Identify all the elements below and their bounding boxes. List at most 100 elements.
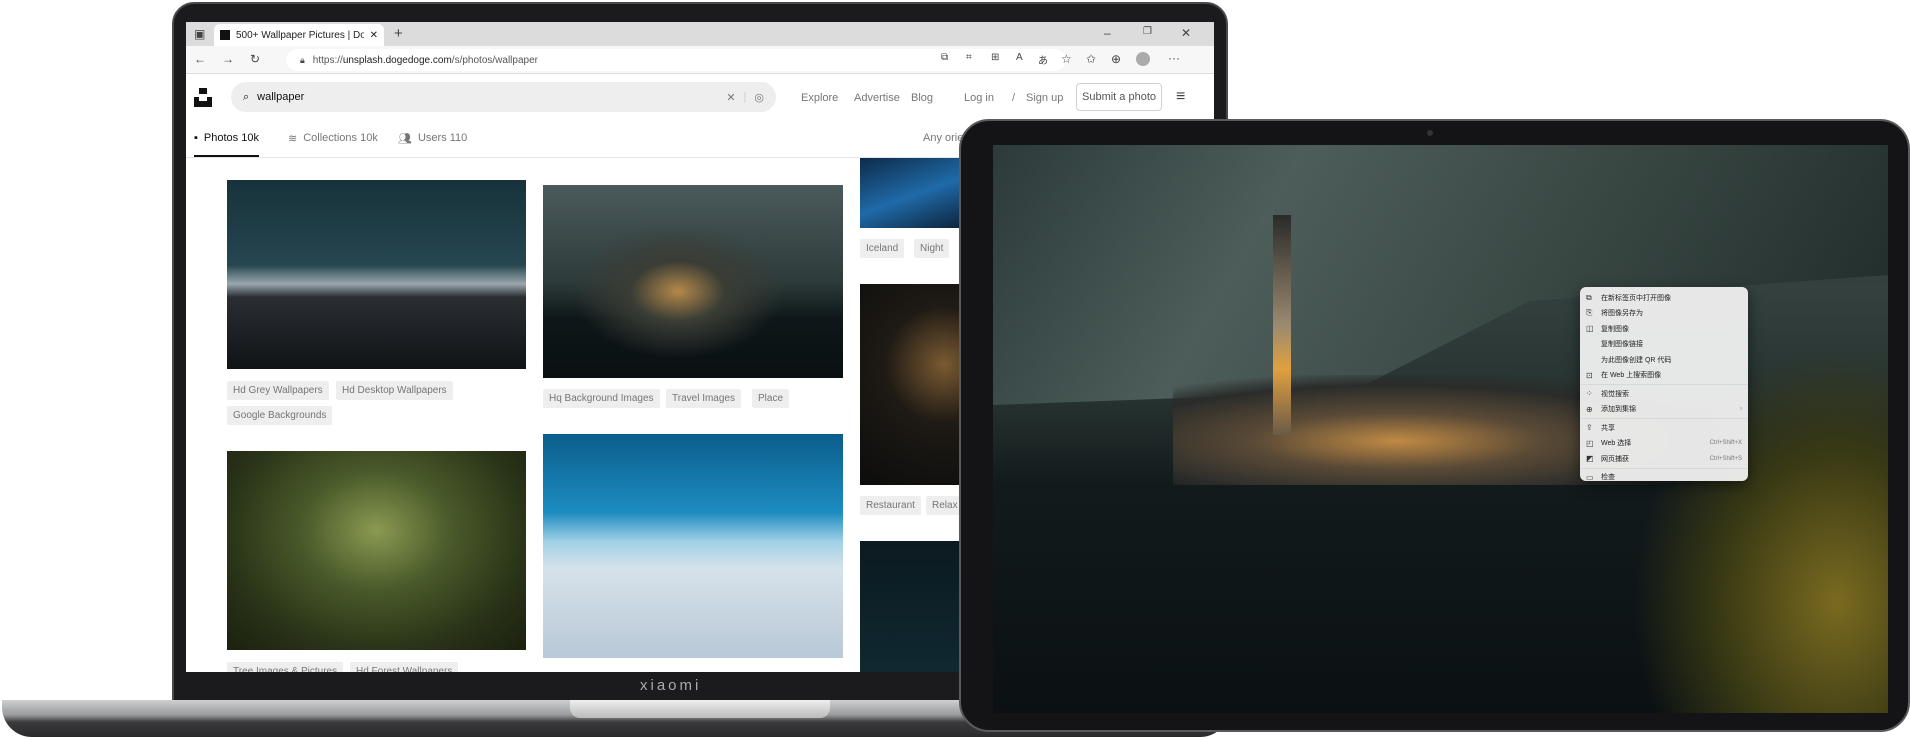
- clear-search-icon[interactable]: ✕: [726, 91, 735, 104]
- context-menu-item[interactable]: 复制图像链接: [1580, 337, 1748, 353]
- submit-photo-button[interactable]: Submit a photo: [1076, 83, 1162, 111]
- tablet-screen-wallpaper: ⧉ 在新标签页中打开图像 ⎘ 将图像另存为 ◫ 复制图像复制图像链接为此图像创建 QR 代…: [993, 145, 1888, 713]
- tab-collections[interactable]: ≋ Collections 10k: [288, 132, 378, 145]
- more-icon[interactable]: ···: [1168, 51, 1180, 65]
- tag[interactable]: Night: [914, 239, 950, 258]
- login-link[interactable]: Log in: [964, 92, 994, 104]
- tab-users[interactable]: 👥︎ Users 110: [398, 132, 467, 145]
- favorites-icon[interactable]: ✩: [1086, 52, 1096, 66]
- menu-separator: [1580, 418, 1748, 419]
- context-menu-item[interactable]: ◩ 网页捕获 Ctrl+Shift+S: [1580, 451, 1748, 467]
- orientation-filter[interactable]: Any orie: [923, 132, 963, 144]
- nav-blog[interactable]: Blog: [911, 92, 933, 104]
- tag[interactable]: Hd Grey Wallpapers: [227, 381, 329, 400]
- url-text: https://unsplash.dogedoge.com/s/photos/w…: [313, 55, 538, 66]
- context-menu-item[interactable]: ◫ 复制图像: [1580, 321, 1748, 337]
- menu-item-label: Web 选择: [1601, 440, 1632, 448]
- sidebar-toggle-icon[interactable]: ▣: [194, 27, 205, 41]
- menu-item-label: 网页捕获: [1601, 455, 1629, 463]
- qr-icon[interactable]: ⌗: [966, 52, 972, 63]
- users-icon: 👥︎: [398, 133, 412, 145]
- restore-icon[interactable]: ❐: [1143, 26, 1152, 37]
- minimize-icon[interactable]: –: [1104, 26, 1111, 40]
- tab-title: 500+ Wallpaper Pictures | Down: [236, 29, 364, 41]
- app-available-icon[interactable]: ⧉: [941, 52, 948, 63]
- menu-item-label: 共享: [1601, 424, 1615, 432]
- menu-item-label: 复制图像链接: [1601, 341, 1643, 349]
- context-menu-item[interactable]: ◰ Web 选择 Ctrl+Shift+X: [1580, 436, 1748, 452]
- separator: /: [1012, 92, 1016, 104]
- url-prefix: https://: [312, 54, 343, 66]
- tab-label: Collections 10k: [303, 132, 378, 144]
- context-menu-item[interactable]: ⎘ 将图像另存为: [1580, 306, 1748, 322]
- context-menu-item[interactable]: 为此图像创建 QR 代码: [1580, 352, 1748, 368]
- tab-photos[interactable]: ▪ Photos 10k: [194, 132, 259, 157]
- photo-forest[interactable]: [227, 451, 526, 650]
- collections-icon[interactable]: ⊕: [1111, 52, 1121, 66]
- tag[interactable]: Hd Desktop Wallpapers: [336, 381, 453, 400]
- search-icon: ⌕: [243, 90, 250, 103]
- menu-item-label: 复制图像: [1601, 325, 1629, 333]
- tag[interactable]: Restaurant: [860, 496, 921, 515]
- context-menu-item[interactable]: ⇪ 共享: [1580, 420, 1748, 436]
- photo-village[interactable]: [543, 185, 843, 378]
- tag[interactable]: Hq Background Images: [543, 389, 660, 408]
- read-aloud-icon[interactable]: A: [1016, 52, 1023, 63]
- visual-search-icon: ⁘: [1586, 389, 1593, 399]
- context-menu: ⧉ 在新标签页中打开图像 ⎘ 将图像另存为 ◫ 复制图像复制图像链接为此图像创建 QR 代…: [1580, 287, 1748, 482]
- tab-label: Users 110: [417, 132, 468, 144]
- tag[interactable]: Travel Images: [666, 389, 741, 408]
- close-tab-icon[interactable]: ✕: [370, 30, 378, 41]
- context-menu-item[interactable]: ⊕ 添加到集锦 ›: [1580, 402, 1748, 418]
- tag[interactable]: Iceland: [860, 239, 905, 258]
- tag[interactable]: Relax: [926, 496, 964, 515]
- address-bar-row: ← → ↻ 🔒︎ https://unsplash.dogedoge.com/s…: [186, 46, 1214, 74]
- menu-separator: [1580, 467, 1748, 469]
- menu-item-label: 检查: [1601, 474, 1615, 482]
- nav-advertise[interactable]: Advertise: [854, 92, 900, 104]
- url-domain: unsplash.dogedoge.com: [342, 54, 452, 66]
- menu-icon[interactable]: ≡: [1176, 88, 1185, 106]
- profile-avatar[interactable]: [1136, 52, 1150, 66]
- context-menu-item[interactable]: ⊡ 在 Web 上搜索图像: [1580, 368, 1748, 384]
- browser-tab[interactable]: 500+ Wallpaper Pictures | Down ✕: [214, 24, 384, 46]
- tag[interactable]: Hd Forest Wallpapers: [350, 662, 459, 672]
- menu-shortcut: Ctrl+Shift+S: [1709, 455, 1742, 462]
- back-icon[interactable]: ←: [194, 52, 206, 66]
- menu-shortcut: Ctrl+Shift+X: [1709, 440, 1742, 447]
- url-path: /s/photos/wallpaper: [451, 54, 538, 66]
- menu-item-label: 在 Web 上搜索图像: [1601, 372, 1662, 380]
- tag[interactable]: Place: [752, 389, 790, 408]
- photo-mountain[interactable]: [227, 180, 526, 369]
- nav-explore[interactable]: Explore: [801, 92, 838, 104]
- close-window-icon[interactable]: ✕: [1181, 26, 1191, 40]
- search-value: wallpaper: [257, 91, 305, 103]
- visual-search-icon[interactable]: ◎: [754, 91, 764, 104]
- tag[interactable]: Tree Images & Pictures: [227, 662, 344, 672]
- copy-icon: ◫: [1586, 324, 1594, 334]
- context-menu-item[interactable]: ⁘ 视觉搜索: [1580, 386, 1748, 402]
- menu-item-label: 为此图像创建 QR 代码: [1601, 356, 1672, 364]
- photo-ocean[interactable]: [543, 434, 843, 658]
- refresh-icon[interactable]: ↻: [250, 52, 260, 66]
- signup-link[interactable]: Sign up: [1026, 92, 1063, 104]
- context-menu-item[interactable]: ▭ 检查: [1580, 470, 1748, 486]
- laptop-brand: xiaomi: [640, 677, 702, 694]
- photo-icon: ▪: [194, 132, 198, 144]
- url-input[interactable]: 🔒︎ https://unsplash.dogedoge.com/s/photo…: [286, 49, 1066, 71]
- menu-item-label: 视觉搜索: [1601, 390, 1629, 398]
- share-icon: ⇪: [1586, 423, 1593, 433]
- translate-icon[interactable]: あ: [1038, 52, 1048, 67]
- save-icon: ⎘: [1586, 308, 1593, 318]
- context-menu-item[interactable]: ⧉ 在新标签页中打开图像: [1580, 290, 1748, 306]
- forward-icon[interactable]: →: [222, 52, 234, 66]
- unsplash-logo[interactable]: [194, 88, 214, 108]
- new-tab-icon[interactable]: +: [394, 25, 403, 42]
- immersive-reader-icon[interactable]: ⊞: [991, 52, 999, 63]
- favorite-icon[interactable]: ☆: [1061, 52, 1072, 66]
- search-input[interactable]: ⌕ wallpaper ✕ | ◎: [231, 82, 776, 112]
- inspect-icon: ▭: [1586, 472, 1594, 482]
- divider: |: [743, 91, 747, 103]
- unsplash-favicon-icon: [220, 30, 230, 40]
- tag[interactable]: Google Backgrounds: [227, 406, 333, 425]
